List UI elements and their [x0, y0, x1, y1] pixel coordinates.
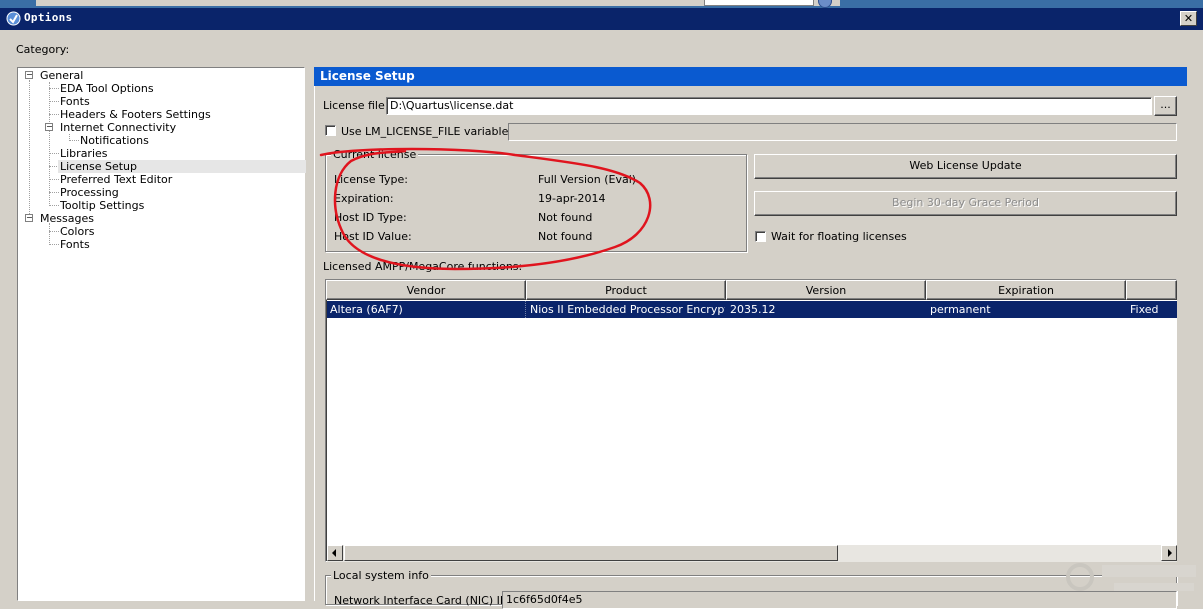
background-field: [704, 0, 814, 6]
options-window-icon: [6, 11, 21, 26]
close-button[interactable]: ✕: [1180, 11, 1197, 26]
tree-item-preferred-text-editor[interactable]: Preferred Text Editor: [58, 173, 174, 186]
tree-item-internet-connectivity[interactable]: Internet Connectivity: [58, 121, 178, 134]
background-help-icon: [818, 0, 832, 8]
tree-item-headers-footers[interactable]: Headers & Footers Settings: [58, 108, 213, 121]
tree-item-tooltip-settings[interactable]: Tooltip Settings: [58, 199, 146, 212]
lm-license-label: Use LM_LICENSE_FILE variable:: [341, 125, 513, 138]
cell-product: Nios II Embedded Processor Encrypte...: [530, 303, 725, 316]
category-label: Category:: [16, 43, 70, 56]
tree-item-messages-fonts[interactable]: Fonts: [58, 238, 92, 251]
title-bar: Options ✕: [0, 8, 1203, 30]
wait-floating-checkbox[interactable]: [755, 231, 766, 242]
tree-item-messages[interactable]: Messages: [38, 212, 96, 225]
cell-version: 2035.12: [730, 303, 776, 316]
license-file-label: License file:: [323, 99, 389, 112]
grace-period-button[interactable]: Begin 30-day Grace Period: [754, 191, 1177, 216]
window-title: Options: [24, 11, 73, 24]
collapse-internet-icon[interactable]: −: [45, 123, 53, 131]
license-file-input[interactable]: D:\Quartus\license.dat: [386, 97, 1152, 115]
panel-title: License Setup: [314, 67, 1187, 86]
collapse-general-icon[interactable]: −: [25, 71, 33, 79]
arrow-left-icon: [332, 549, 336, 557]
category-tree[interactable]: − − − General EDA Tool Options Fonts Hea…: [17, 67, 306, 601]
tree-item-eda-tool-options[interactable]: EDA Tool Options: [58, 82, 156, 95]
background-window-strip: [0, 0, 1203, 8]
tree-item-fonts[interactable]: Fonts: [58, 95, 92, 108]
tree-connector: [49, 223, 50, 243]
web-license-update-button[interactable]: Web License Update: [754, 154, 1177, 179]
wait-floating-label: Wait for floating licenses: [771, 230, 907, 243]
tree-item-general[interactable]: General: [38, 69, 85, 82]
local-system-info-legend: Local system info: [331, 569, 431, 582]
column-header-expiration[interactable]: Expiration: [926, 280, 1126, 300]
close-icon: ✕: [1183, 12, 1194, 25]
column-header-product[interactable]: Product: [526, 280, 726, 300]
lm-license-input[interactable]: [508, 123, 1177, 141]
tree-item-notifications[interactable]: Notifications: [78, 134, 151, 147]
cell-type: Fixed: [1130, 303, 1159, 316]
browse-button[interactable]: ...: [1154, 96, 1177, 116]
horizontal-scrollbar[interactable]: [327, 545, 1177, 562]
watermark-logo: [1066, 563, 1196, 591]
tree-item-colors[interactable]: Colors: [58, 225, 96, 238]
tree-connector: [29, 80, 30, 222]
tree-item-libraries[interactable]: Libraries: [58, 147, 110, 160]
cell-expiration: permanent: [930, 303, 991, 316]
column-header-vendor[interactable]: Vendor: [326, 280, 526, 300]
collapse-messages-icon[interactable]: −: [25, 214, 33, 222]
licensed-functions-table[interactable]: Vendor Product Version Expiration Altera…: [325, 279, 1177, 562]
scroll-left-button[interactable]: [327, 545, 343, 561]
horizontal-scroll-thumb[interactable]: [344, 545, 838, 561]
cell-vendor: Altera (6AF7): [327, 301, 526, 318]
red-circle-annotation: [319, 147, 652, 271]
column-header-type[interactable]: [1126, 280, 1177, 300]
table-row[interactable]: Altera (6AF7) Nios II Embedded Processor…: [327, 301, 1177, 318]
column-header-version[interactable]: Version: [726, 280, 926, 300]
lm-license-checkbox[interactable]: [325, 125, 336, 136]
tree-item-license-setup[interactable]: License Setup: [58, 160, 306, 173]
tree-item-processing[interactable]: Processing: [58, 186, 121, 199]
